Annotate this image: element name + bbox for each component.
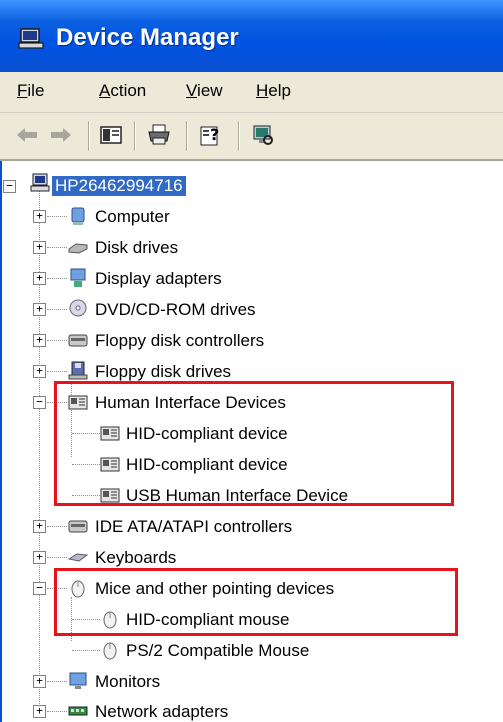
display-adapter-icon: [70, 268, 86, 287]
controller-icon: [68, 334, 88, 347]
print-icon: [148, 124, 170, 145]
keyboard-icon: [68, 553, 88, 562]
cd-drive-icon: [69, 299, 87, 317]
back-icon: [17, 128, 37, 142]
window-title: Device Manager: [56, 24, 239, 51]
expand-toggle[interactable]: +: [33, 334, 46, 347]
svg-text:?: ?: [210, 125, 219, 144]
computer-icon: [71, 207, 85, 225]
tree-line: [39, 179, 40, 710]
properties-help-icon: ?: [200, 125, 219, 146]
tree-item-floppy-disk-controllers[interactable]: Floppy disk controllers: [95, 331, 264, 351]
expand-toggle[interactable]: +: [33, 705, 46, 718]
back-button[interactable]: [12, 121, 42, 149]
mouse-icon: [103, 642, 117, 660]
forward-icon: [51, 128, 71, 142]
collapse-toggle[interactable]: −: [33, 582, 46, 595]
show-hide-tree-button[interactable]: [96, 121, 126, 149]
root-node-label[interactable]: HP26462994716: [52, 176, 186, 196]
expand-toggle[interactable]: +: [33, 210, 46, 223]
menu-help[interactable]: Help: [256, 81, 291, 101]
expand-toggle[interactable]: +: [33, 551, 46, 564]
expand-toggle[interactable]: +: [33, 520, 46, 533]
highlight-box-mice: [54, 568, 458, 636]
controller-icon: [68, 520, 88, 533]
computer-root-icon: [30, 173, 50, 192]
network-icon: [68, 706, 88, 716]
tree-item-display-adapters[interactable]: Display adapters: [95, 269, 222, 289]
toolbar: ?: [0, 113, 503, 161]
expand-toggle[interactable]: +: [33, 241, 46, 254]
tree-item-disk-drives[interactable]: Disk drives: [95, 238, 178, 258]
print-button[interactable]: [144, 121, 174, 149]
tree-item-floppy-disk-drives[interactable]: Floppy disk drives: [95, 362, 231, 382]
highlight-box-hid: [54, 381, 454, 506]
tree-item-ps2-compatible-mouse[interactable]: PS/2 Compatible Mouse: [126, 641, 309, 661]
show-hide-tree-icon: [100, 126, 122, 144]
root-collapse-toggle[interactable]: −: [3, 180, 16, 193]
scan-hardware-button[interactable]: [248, 121, 278, 149]
scan-hardware-icon: [253, 125, 273, 145]
disk-drive-icon: [68, 243, 88, 254]
expand-toggle[interactable]: +: [33, 365, 46, 378]
tree-item-dvd-cd-rom-drives[interactable]: DVD/CD-ROM drives: [95, 300, 256, 320]
tree-item-ide-ata-atapi-controllers[interactable]: IDE ATA/ATAPI controllers: [95, 517, 292, 537]
properties-help-button[interactable]: ?: [196, 121, 226, 149]
tree-item-monitors[interactable]: Monitors: [95, 672, 160, 692]
tree-item-network-adapters[interactable]: Network adapters: [95, 702, 228, 722]
floppy-icon: [68, 361, 88, 380]
monitor-icon: [69, 672, 87, 689]
tree-item-computer[interactable]: Computer: [95, 207, 170, 227]
collapse-toggle[interactable]: −: [33, 396, 46, 409]
device-manager-icon: [18, 28, 44, 49]
tree-item-keyboards[interactable]: Keyboards: [95, 548, 176, 568]
expand-toggle[interactable]: +: [33, 272, 46, 285]
menu-action[interactable]: Action: [99, 81, 146, 101]
forward-button[interactable]: [46, 121, 76, 149]
menu-view[interactable]: View: [186, 81, 223, 101]
title-bar[interactable]: Device Manager: [0, 0, 503, 73]
menu-bar: File Action View Help: [0, 72, 503, 113]
expand-toggle[interactable]: +: [33, 675, 46, 688]
expand-toggle[interactable]: +: [33, 303, 46, 316]
menu-file[interactable]: File: [17, 81, 44, 101]
